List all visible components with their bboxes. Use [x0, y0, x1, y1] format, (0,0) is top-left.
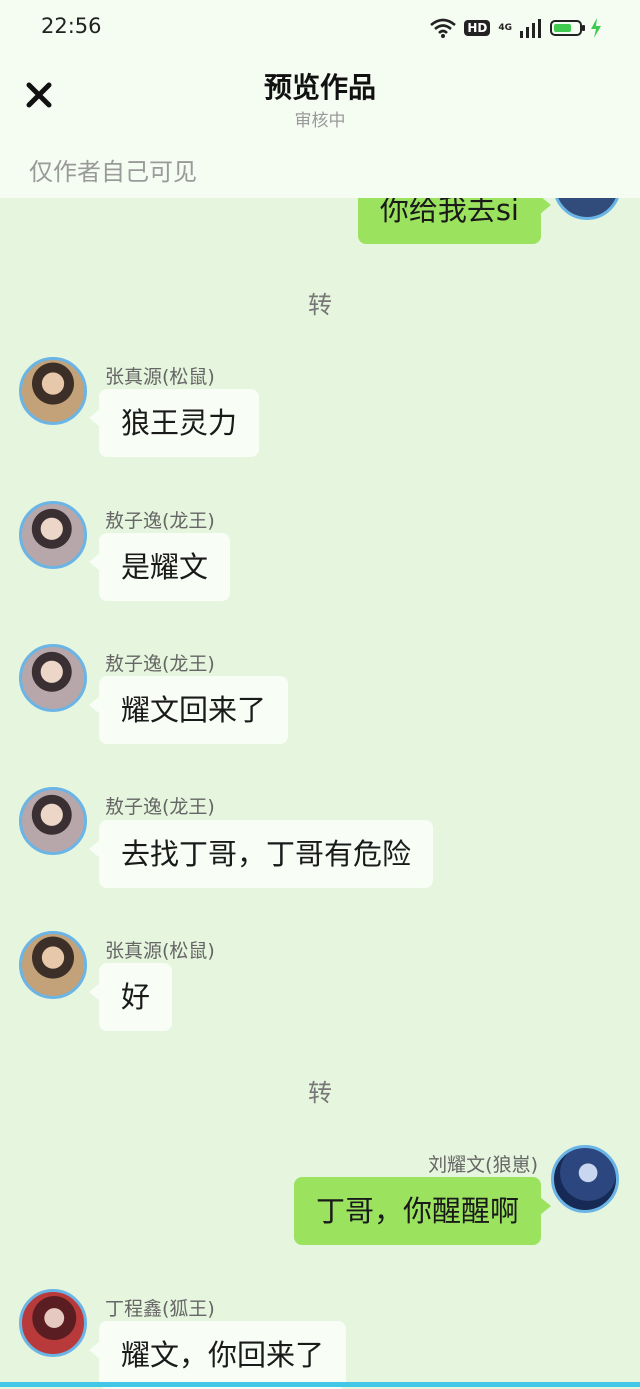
status-bar: 22:56 HD 4G: [0, 0, 640, 56]
sender-name: 张真源(松鼠): [105, 366, 215, 388]
network-type-icon: 4G: [498, 22, 512, 33]
sender-name: 敖子逸(龙王): [105, 653, 215, 675]
avatar[interactable]: [19, 931, 87, 999]
status-time: 22:56: [41, 14, 102, 38]
avatar[interactable]: [19, 357, 87, 425]
status-icons: HD 4G: [430, 14, 602, 42]
visibility-notice: 仅作者自己可见: [29, 158, 197, 186]
message-bubble[interactable]: 好: [88, 963, 173, 1031]
avatar[interactable]: [19, 787, 87, 855]
sender-name: 敖子逸(龙王): [105, 510, 215, 532]
message-bubble[interactable]: 狼王灵力: [88, 389, 260, 457]
page-title: 预览作品: [263, 71, 376, 104]
chat-area: 你给我去si 转 张真源(松鼠) 狼王灵力 敖子逸(龙王) 是耀文 敖子逸(龙王…: [0, 0, 640, 1389]
sender-name: 敖子逸(龙王): [105, 796, 215, 818]
battery-icon: [550, 20, 585, 36]
message-bubble[interactable]: 耀文回来了: [88, 676, 289, 744]
signal-icon: [520, 19, 541, 38]
hd-icon: HD: [464, 20, 491, 36]
avatar[interactable]: [19, 644, 87, 712]
sender-name: 刘耀文(狼崽): [428, 1154, 538, 1176]
top-bar: 预览作品 审核中 仅作者自己可见: [0, 56, 640, 198]
review-status: 审核中: [294, 111, 346, 131]
charging-icon: [591, 18, 601, 38]
scene-divider: 转: [308, 291, 332, 319]
message-bubble[interactable]: 去找丁哥，丁哥有危险: [88, 820, 434, 888]
wifi-icon: [430, 18, 457, 38]
sender-name: 张真源(松鼠): [105, 940, 215, 962]
avatar[interactable]: [19, 1289, 87, 1357]
avatar[interactable]: [19, 501, 87, 569]
message-bubble[interactable]: 耀文，你回来了: [88, 1321, 347, 1389]
avatar[interactable]: [551, 1145, 619, 1213]
bottom-indicator: [0, 1382, 640, 1387]
message-bubble[interactable]: 是耀文: [88, 533, 231, 601]
message-bubble[interactable]: 丁哥，你醒醒啊: [293, 1177, 552, 1245]
sender-name: 丁程鑫(狐王): [105, 1298, 215, 1320]
scene-divider: 转: [308, 1079, 332, 1107]
